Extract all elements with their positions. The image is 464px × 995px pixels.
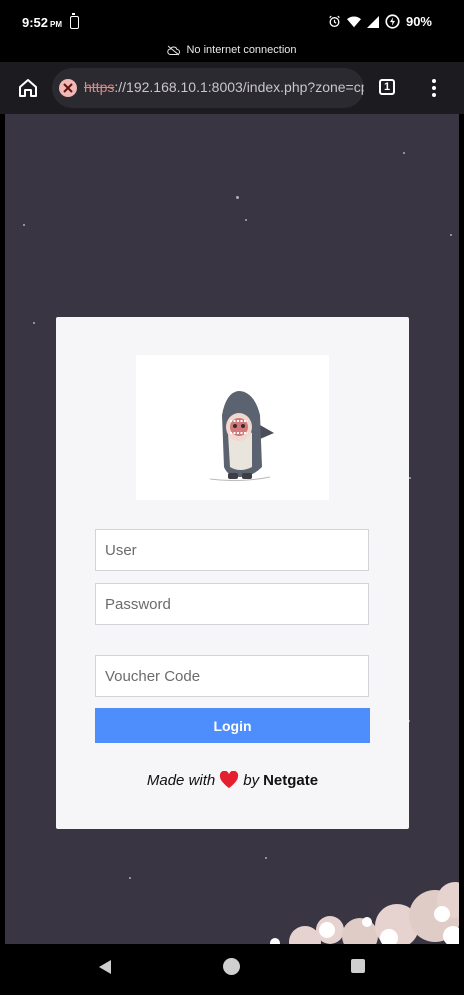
wifi-icon <box>346 15 361 28</box>
battery-charging-icon <box>385 14 400 29</box>
battery-saver-icon <box>70 13 80 29</box>
footer-credit: Made with by Netgate <box>56 771 409 789</box>
login-button[interactable]: Login <box>95 708 370 743</box>
not-secure-icon[interactable] <box>59 79 77 97</box>
footer-by: by <box>243 771 260 789</box>
captive-portal-page: Login Made with by Netgate <box>5 114 459 944</box>
home-circle-button[interactable] <box>223 958 240 975</box>
star-decoration <box>265 857 267 859</box>
login-card: Login Made with by Netgate <box>56 317 409 829</box>
star-decoration <box>33 322 35 324</box>
password-input[interactable] <box>95 583 369 625</box>
star-decoration <box>450 234 452 236</box>
home-icon <box>19 79 37 97</box>
shark-mascot-icon <box>209 391 274 482</box>
footer-brand-link[interactable]: Netgate <box>263 772 318 789</box>
alarm-icon <box>328 15 341 28</box>
star-decoration <box>409 477 411 479</box>
status-time-ampm: PM <box>50 20 63 29</box>
browser-menu-button[interactable] <box>426 76 442 100</box>
home-button[interactable] <box>16 76 40 100</box>
system-nav-bar <box>0 944 464 995</box>
network-banner: No internet connection <box>0 42 464 58</box>
bubble-decoration <box>270 882 459 944</box>
cloud-off-icon <box>167 45 181 56</box>
star-decoration <box>236 196 239 199</box>
status-left: 9:52 PM <box>22 13 80 30</box>
status-right: 90% <box>328 14 432 29</box>
signal-icon <box>366 15 379 28</box>
status-time-value: 9:52 <box>22 15 49 30</box>
footer-made-with: Made with <box>146 771 216 789</box>
user-input[interactable] <box>95 529 369 571</box>
url-text: https://192.168.10.1:8003/index.php?zone… <box>84 79 364 95</box>
voucher-code-input[interactable] <box>95 655 369 697</box>
star-decoration <box>23 224 25 226</box>
star-decoration <box>403 152 405 154</box>
recent-apps-button[interactable] <box>351 959 365 973</box>
battery-percent: 90% <box>405 14 432 29</box>
portal-logo <box>136 355 329 500</box>
status-time: 9:52 PM <box>22 15 62 30</box>
tab-switcher-button[interactable]: 1 <box>379 79 395 95</box>
browser-toolbar: https://192.168.10.1:8003/index.php?zone… <box>0 62 464 114</box>
url-rest: ://192.168.10.1:8003/index.php?zone=cpa <box>114 79 364 95</box>
device-screen: 9:52 PM 90% No internet connection https… <box>0 0 464 995</box>
status-bar: 9:52 PM 90% <box>0 0 464 42</box>
url-scheme: https <box>84 79 115 95</box>
back-button[interactable] <box>97 959 113 980</box>
back-triangle-icon <box>99 960 111 974</box>
more-vertical-icon <box>432 79 436 97</box>
address-bar[interactable]: https://192.168.10.1:8003/index.php?zone… <box>52 68 364 108</box>
network-banner-text: No internet connection <box>186 44 297 56</box>
heart-icon <box>219 771 239 789</box>
star-decoration <box>245 219 247 221</box>
